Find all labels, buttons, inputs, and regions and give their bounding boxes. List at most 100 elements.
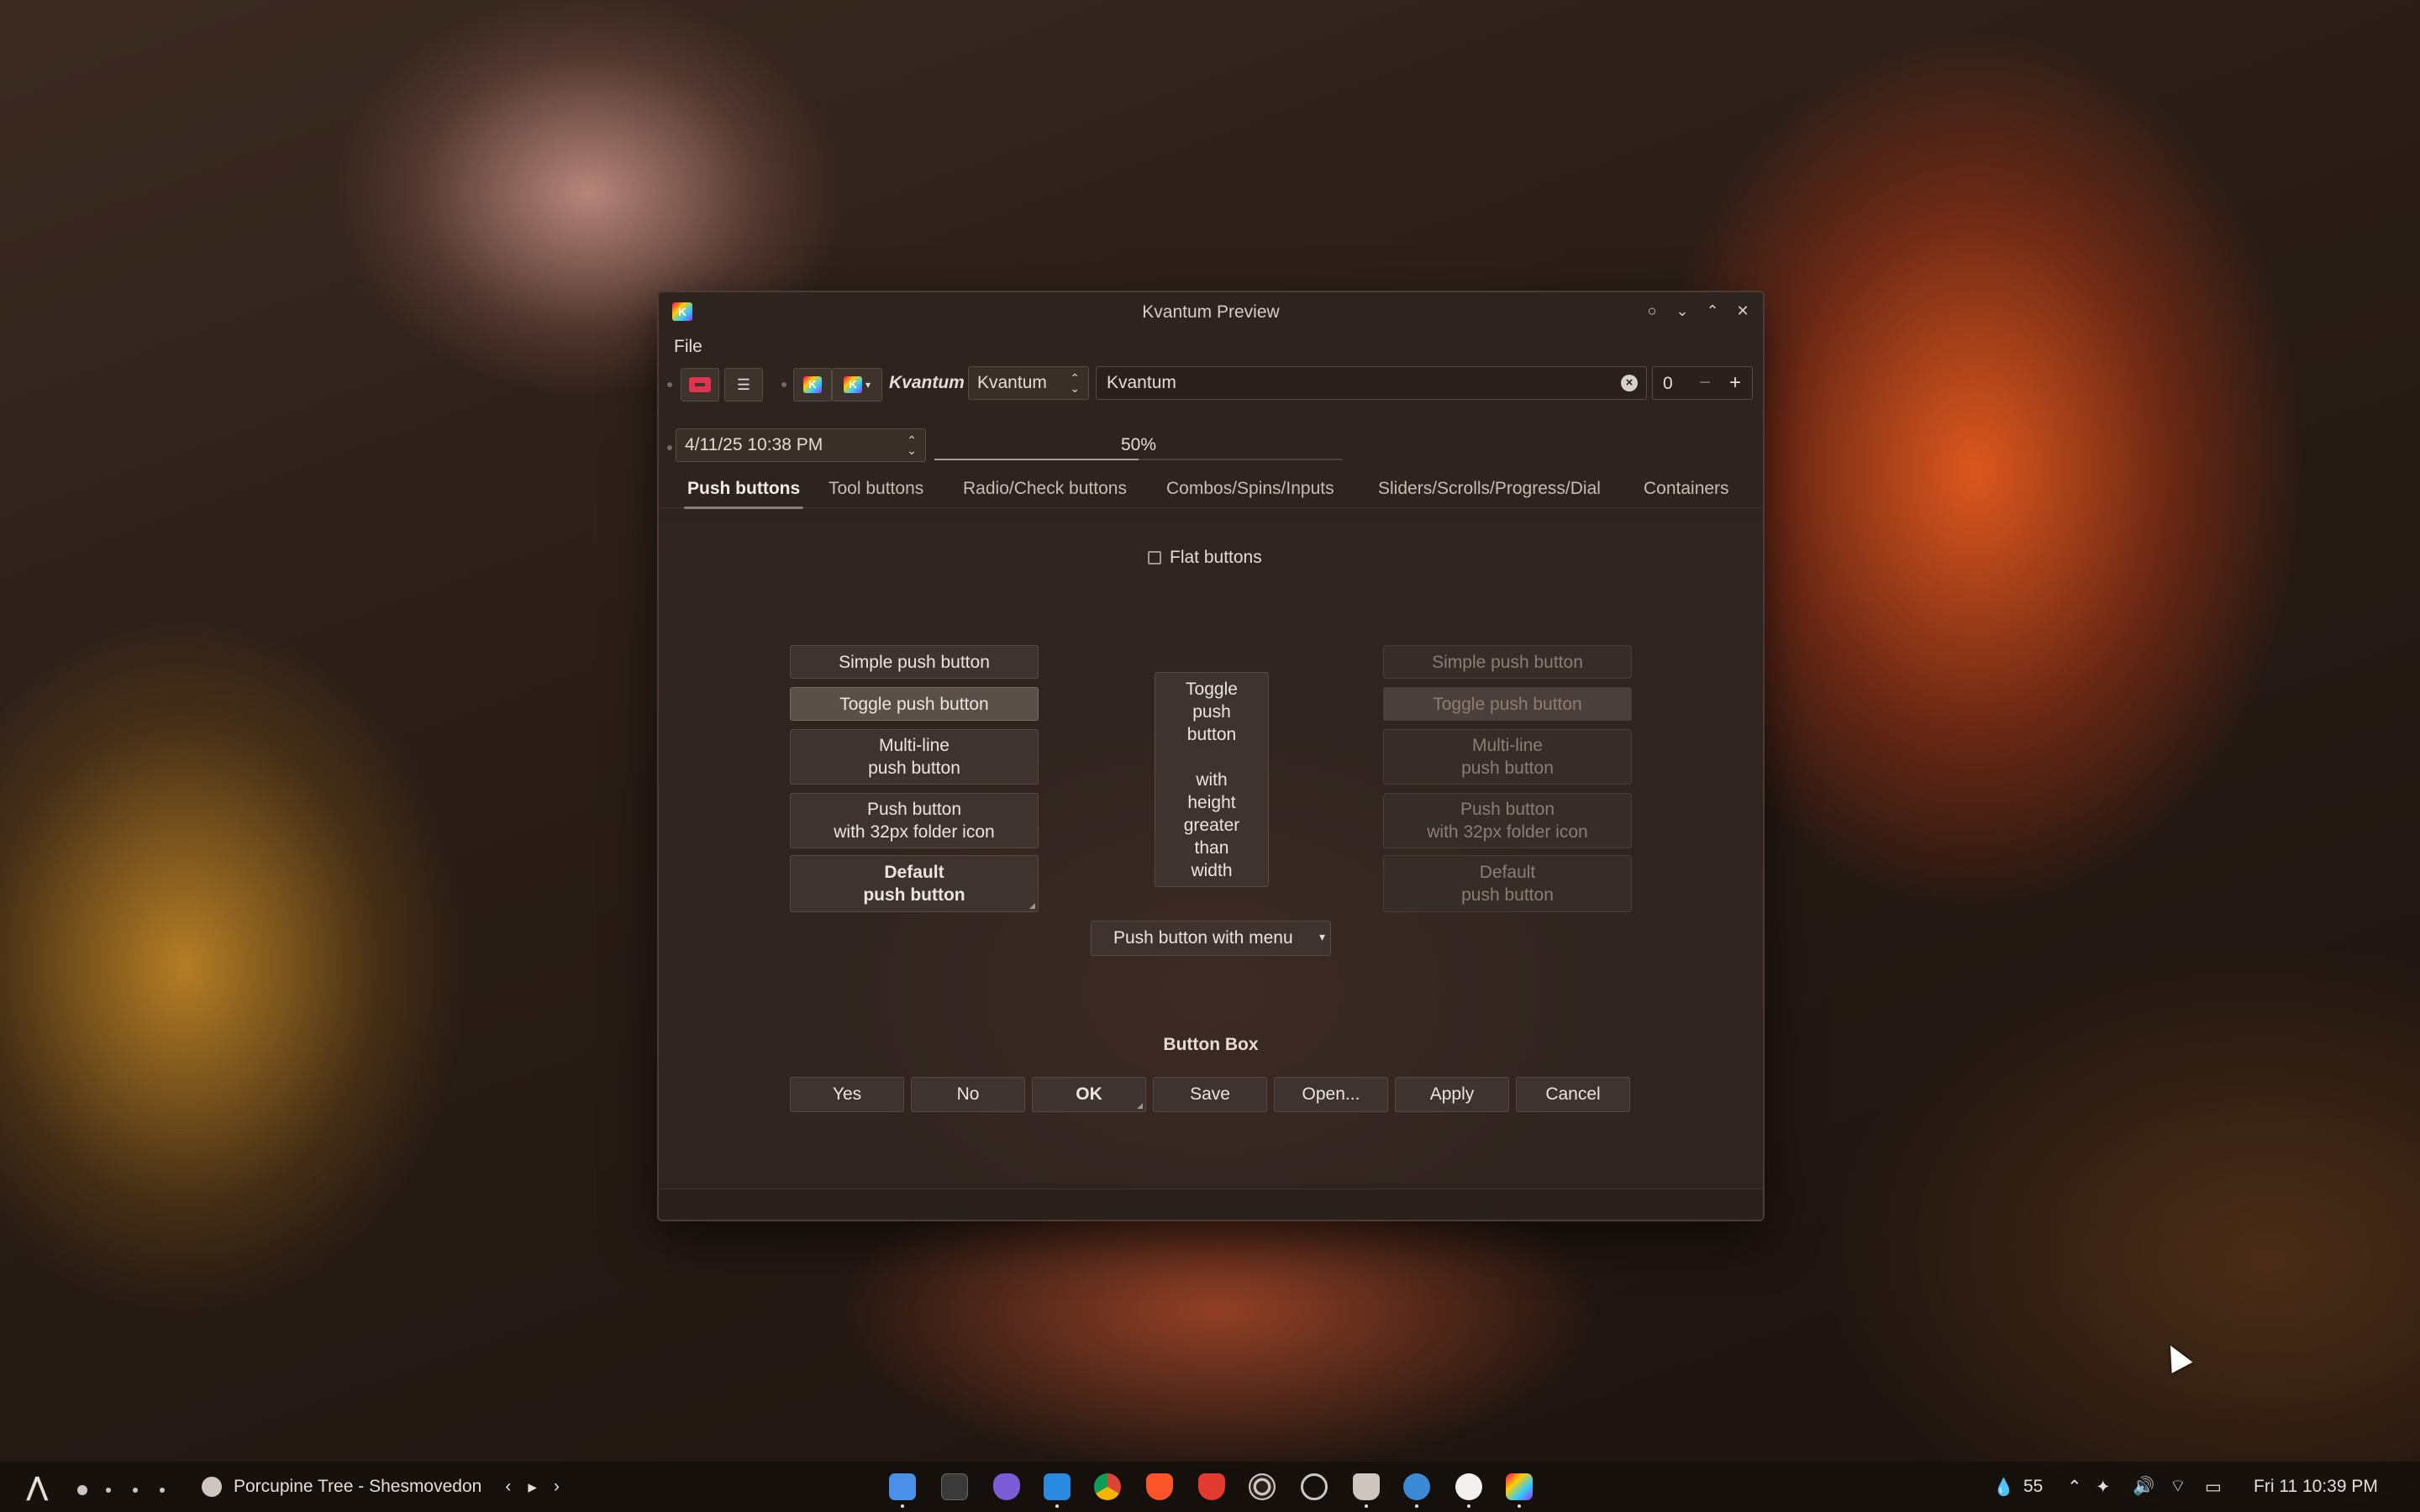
titlebar[interactable]: K Kvantum Preview ○ ⌄ ⌃ ✕: [659, 292, 1763, 333]
tab-radio-check-buttons[interactable]: Radio/Check buttons: [963, 470, 1127, 507]
toggle-push-button[interactable]: Toggle push button: [790, 687, 1039, 721]
button-box-title: Button Box: [1163, 1035, 1259, 1054]
circle-app-icon[interactable]: [1249, 1473, 1276, 1500]
disabled-simple-push-button: Simple push button: [1383, 645, 1632, 679]
save-button[interactable]: Save: [1153, 1077, 1267, 1112]
volume-icon[interactable]: 🔊: [2133, 1462, 2154, 1512]
workspace-1-indicator[interactable]: [77, 1485, 87, 1495]
default-push-button[interactable]: Default push button: [790, 855, 1039, 912]
discord-icon[interactable]: [1455, 1473, 1482, 1508]
media-play-icon[interactable]: ▸: [528, 1477, 537, 1498]
tray-expand-icon[interactable]: ⌃: [2067, 1462, 2082, 1512]
github-icon[interactable]: [1301, 1473, 1328, 1500]
tab-tool-buttons[interactable]: Tool buttons: [829, 470, 923, 507]
spinbox[interactable]: 0 − +: [1652, 366, 1753, 400]
media-prev-icon[interactable]: ‹: [505, 1477, 511, 1497]
mouse-cursor-icon: [2160, 1340, 2193, 1373]
menu-file[interactable]: File: [669, 337, 708, 357]
window-controls: ○ ⌄ ⌃ ✕: [1644, 301, 1751, 321]
droplet-icon[interactable]: 💧: [1993, 1462, 2014, 1512]
clear-icon[interactable]: ×: [1621, 375, 1638, 391]
kde-connect-icon[interactable]: ✦: [2096, 1462, 2111, 1512]
tab-containers[interactable]: Containers: [1644, 470, 1729, 507]
media-next-icon[interactable]: ›: [554, 1477, 560, 1497]
tall-toggle-push-button[interactable]: Toggle push button with height greater t…: [1155, 672, 1269, 887]
kvantum-logo-icon: K: [843, 376, 862, 393]
dropdown-arrow-icon: ▾: [865, 379, 871, 391]
cancel-button[interactable]: Cancel: [1516, 1077, 1630, 1112]
simple-push-button[interactable]: Simple push button: [790, 645, 1039, 679]
plus-icon[interactable]: +: [1725, 370, 1745, 396]
workspace-2-indicator[interactable]: [106, 1488, 111, 1493]
window-title: Kvantum Preview: [1142, 302, 1280, 322]
tab-combos-spins-inputs[interactable]: Combos/Spins/Inputs: [1166, 470, 1334, 507]
minus-icon[interactable]: −: [1695, 370, 1715, 396]
toolbar: ☰ K K ▾ Kvantum Kvantum ⌃ ⌄ Kvantum × 0 −…: [659, 361, 1763, 408]
tab-sliders-scrolls-progress-dial[interactable]: Sliders/Scrolls/Progress/Dial: [1378, 470, 1601, 507]
red-tool-button[interactable]: [681, 368, 719, 402]
arch-launcher-icon[interactable]: ⋀: [27, 1462, 48, 1512]
updown-icon: ⌃ ⌄: [1070, 371, 1080, 395]
datetime-edit[interactable]: 4/11/25 10:38 PM ⌃ ⌄: [676, 428, 926, 462]
toolbar-handle[interactable]: [667, 382, 672, 387]
line-edit[interactable]: Kvantum ×: [1096, 366, 1647, 400]
kvantum-tool-button[interactable]: K: [793, 368, 832, 402]
kvantum-menu-tool-button[interactable]: K ▾: [832, 368, 882, 402]
tab-bar: Push buttons Tool buttons Radio/Check bu…: [659, 470, 1763, 509]
no-button[interactable]: No: [911, 1077, 1025, 1112]
theme-combo[interactable]: Kvantum ⌃ ⌄: [968, 366, 1089, 400]
push-button-with-menu[interactable]: Push button with menu ▾: [1091, 921, 1331, 956]
progress-fill: [934, 459, 1139, 460]
default-push-button-label: Default push button: [863, 863, 965, 905]
kvantum-logo-icon: K: [803, 376, 822, 393]
taskbar: ⋀ Porcupine Tree - Shesmovedon ‹ ▸ › 💧 5…: [0, 1462, 2420, 1512]
apply-button[interactable]: Apply: [1395, 1077, 1509, 1112]
flat-buttons-checkbox[interactable]: Flat buttons: [1148, 548, 1262, 568]
media-title: Porcupine Tree - Shesmovedon: [234, 1477, 482, 1496]
disabled-folder-icon-push-button: Push button with 32px folder icon: [1383, 793, 1632, 848]
dropdown-arrow-icon: ▾: [1318, 930, 1325, 943]
workspace-3-indicator[interactable]: [133, 1488, 138, 1493]
wifi-icon[interactable]: ⌔: [2170, 1462, 2186, 1512]
default-corner-icon: [1029, 903, 1035, 909]
maximize-icon[interactable]: ⌃: [1704, 301, 1721, 321]
indent-icon: ☰: [736, 375, 751, 393]
updown-icon: ⌃ ⌄: [907, 433, 917, 457]
files-icon[interactable]: [889, 1473, 916, 1508]
obsidian-icon[interactable]: [993, 1473, 1020, 1500]
open-button[interactable]: Open...: [1274, 1077, 1388, 1112]
spinbox-value: 0: [1663, 374, 1673, 393]
media-widget[interactable]: Porcupine Tree - Shesmovedon ‹ ▸ ›: [202, 1462, 560, 1512]
minimize-icon[interactable]: ⌄: [1674, 301, 1691, 321]
default-corner-icon: [1137, 1103, 1143, 1109]
progress-text: 50%: [1120, 435, 1157, 454]
toolbar-handle-2[interactable]: [781, 382, 786, 387]
keep-above-icon[interactable]: ○: [1644, 301, 1660, 321]
gamepad-icon[interactable]: [1353, 1473, 1380, 1508]
menubar: File: [659, 333, 1763, 361]
line-edit-value: Kvantum: [1107, 373, 1176, 392]
checkbox-indicator: [1148, 551, 1161, 564]
kvantum-icon[interactable]: [1506, 1473, 1533, 1508]
ok-button[interactable]: OK: [1032, 1077, 1146, 1112]
clock[interactable]: Fri 11 10:39 PM: [2254, 1462, 2378, 1512]
folder-icon-push-button[interactable]: Push button with 32px folder icon: [790, 793, 1039, 848]
battery-icon[interactable]: ▭: [2205, 1462, 2222, 1512]
close-icon[interactable]: ✕: [1734, 301, 1751, 321]
terminal-icon[interactable]: [941, 1473, 968, 1500]
progress-bar: 50%: [934, 428, 1343, 464]
yes-button[interactable]: Yes: [790, 1077, 904, 1112]
vscode-icon[interactable]: [1044, 1473, 1071, 1508]
brave-icon[interactable]: [1146, 1473, 1173, 1500]
brave-beta-icon[interactable]: [1198, 1473, 1225, 1500]
disabled-default-push-button: Default push button: [1383, 855, 1632, 912]
disabled-multiline-push-button: Multi-line push button: [1383, 729, 1632, 785]
tab-push-buttons[interactable]: Push buttons: [683, 470, 804, 509]
text-indent-tool-button[interactable]: ☰: [724, 368, 763, 402]
toolbar-handle-3[interactable]: [667, 445, 672, 450]
multiline-push-button[interactable]: Multi-line push button: [790, 729, 1039, 785]
workspace-4-indicator[interactable]: [160, 1488, 165, 1493]
ok-button-label: OK: [1076, 1084, 1102, 1104]
steam-icon[interactable]: [1403, 1473, 1430, 1508]
chrome-icon[interactable]: [1094, 1473, 1121, 1500]
